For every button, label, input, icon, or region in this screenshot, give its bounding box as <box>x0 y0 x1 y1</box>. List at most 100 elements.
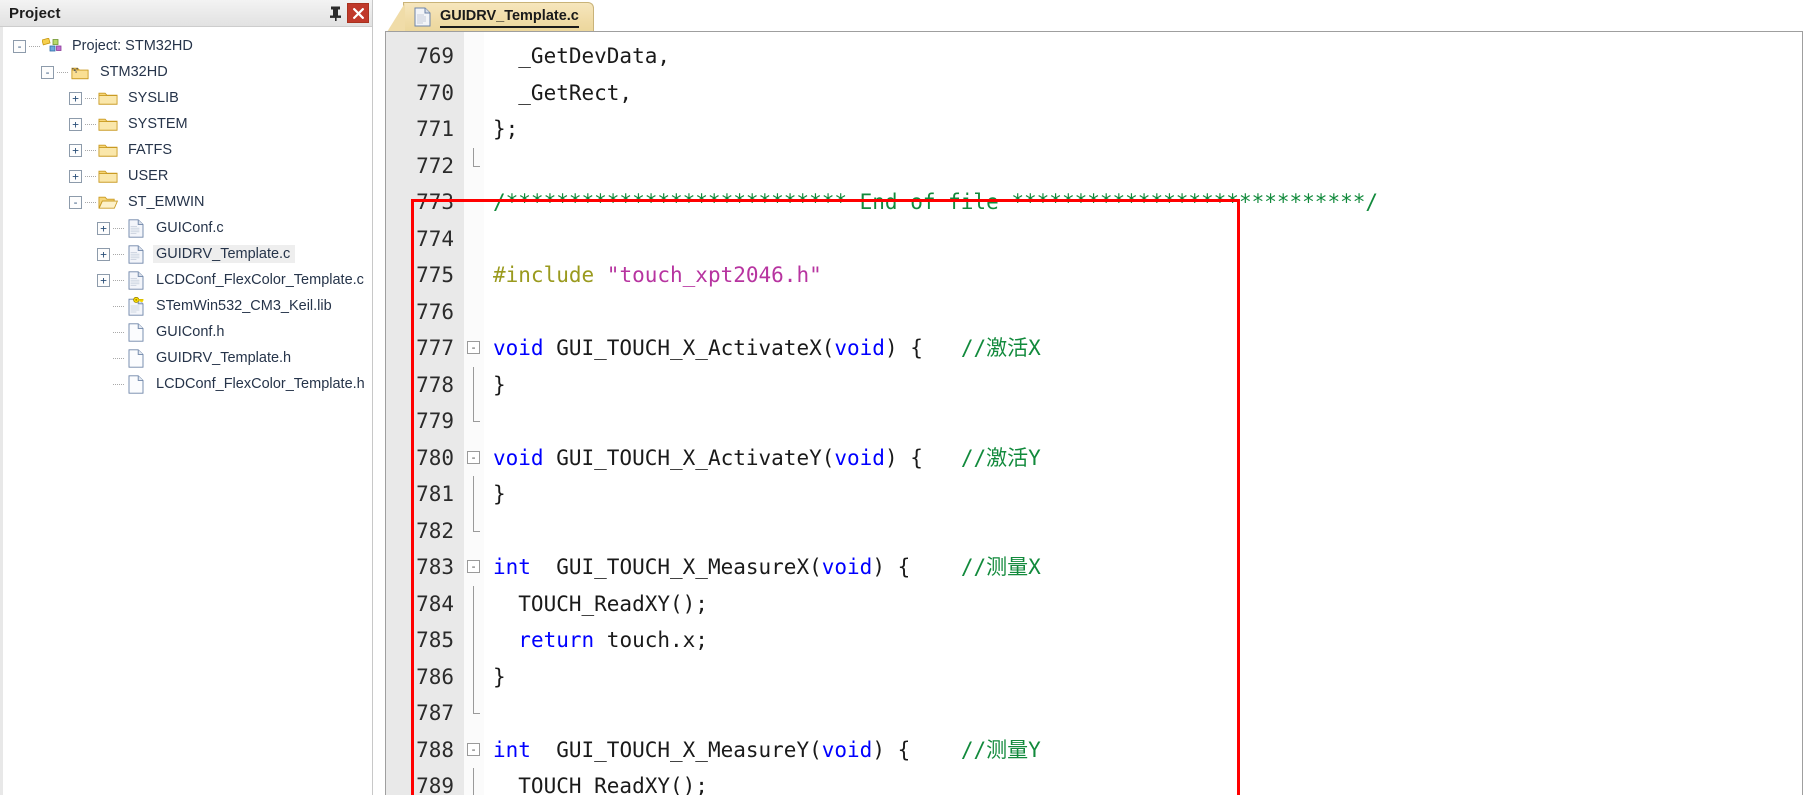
line-number: 786 <box>416 664 454 689</box>
line-number: 787 <box>416 701 454 725</box>
collapse-toggle-icon[interactable]: - <box>41 65 54 79</box>
line-number-gutter: 769 770 771 772 773 774 775 776 777 778 779 780 781 7… <box>386 32 464 795</box>
expand-toggle-icon[interactable]: + <box>97 273 110 287</box>
tree-item-guiconf-c[interactable]: + GUIConf.c <box>3 215 372 241</box>
h-file-icon <box>126 374 146 394</box>
tree-item-guidrv-template-h[interactable]: GUIDRV_Template.h <box>3 345 372 371</box>
tree-item-label: STM32HD <box>100 64 168 80</box>
code-line[interactable] <box>484 695 1802 732</box>
tree-item-syslib[interactable]: + SYSLIB <box>3 85 372 111</box>
code-line[interactable] <box>484 294 1802 331</box>
code-token-kw: void <box>834 336 885 360</box>
close-icon-glyph <box>352 7 364 19</box>
expand-toggle-icon[interactable]: + <box>97 247 110 261</box>
tree-item-guiconf-h[interactable]: GUIConf.h <box>3 319 372 345</box>
tree-item-project-stm32hd[interactable]: - Project: STM32HD <box>3 33 372 59</box>
tree-item-stm32hd[interactable]: - STM32HD <box>3 59 372 85</box>
project-panel-title: Project <box>9 4 61 22</box>
code-line[interactable]: TOUCH_ReadXY(); <box>484 768 1802 795</box>
folder-icon-glyph <box>98 170 118 183</box>
line-number: 773 <box>416 190 454 214</box>
code-token-str: "touch_xpt2046.h" <box>606 263 822 287</box>
code-line[interactable]: } <box>484 367 1802 404</box>
fold-region-end-icon <box>473 421 480 423</box>
code-text-area[interactable]: _GetDevData, _GetRect,}; /***************… <box>484 32 1802 795</box>
tree-connector-line <box>113 253 124 255</box>
code-line[interactable]: } <box>484 476 1802 513</box>
project-tree[interactable]: - Project: STM32HD - STM32HD + SYSLIB + SYSTEM +… <box>0 27 372 795</box>
expand-toggle-icon[interactable]: + <box>69 91 82 105</box>
line-number: 788 <box>416 737 454 762</box>
tree-item-label: SYSLIB <box>128 90 179 106</box>
h-file-icon-glyph <box>128 348 144 368</box>
code-token-kw: return <box>518 628 595 652</box>
code-line[interactable] <box>484 513 1802 550</box>
fold-collapse-icon[interactable]: - <box>467 341 480 354</box>
tree-item-stemwin532-cm3-keil-lib[interactable]: STemWin532_CM3_Keil.lib <box>3 293 372 319</box>
fold-collapse-icon[interactable]: - <box>467 450 480 464</box>
tree-item-user[interactable]: + USER <box>3 163 372 189</box>
tree-connector-line <box>113 305 124 307</box>
code-token-plain: ) { <box>872 555 961 579</box>
expand-toggle-icon[interactable]: + <box>69 143 82 157</box>
code-token-plain: GUI_TOUCH_X_MeasureX( <box>530 555 822 579</box>
tree-item-label: GUIConf.c <box>156 220 224 236</box>
tree-connector-line <box>29 45 40 47</box>
expand-toggle-icon[interactable]: + <box>97 221 110 235</box>
tree-item-lcdconf-flexcolor-template-c[interactable]: + LCDConf_FlexColor_Template.c <box>3 267 372 293</box>
code-line[interactable] <box>484 221 1802 258</box>
code-line[interactable]: }; <box>484 111 1802 148</box>
tree-item-fatfs[interactable]: + FATFS <box>3 137 372 163</box>
line-number: 784 <box>416 591 454 616</box>
fold-guide-line <box>473 585 474 622</box>
code-line[interactable]: void GUI_TOUCH_X_ActivateX(void) { //激活X <box>484 330 1802 367</box>
collapse-toggle-icon[interactable]: - <box>13 39 26 53</box>
collapse-toggle-icon[interactable]: - <box>69 195 82 209</box>
tree-item-guidrv-template-c[interactable]: + GUIDRV_Template.c <box>3 241 372 267</box>
close-icon[interactable] <box>347 3 369 23</box>
code-line[interactable] <box>484 148 1802 185</box>
tree-item-label: FATFS <box>128 142 173 158</box>
tree-item-system[interactable]: + SYSTEM <box>3 111 372 137</box>
fold-collapse-icon[interactable]: - <box>467 742 480 756</box>
code-line[interactable]: void GUI_TOUCH_X_ActivateY(void) { //激活Y <box>484 440 1802 477</box>
pin-icon[interactable] <box>325 3 345 23</box>
editor-pane: GUIDRV_Template.c 769 770 771 772 773 774 775 7… <box>373 0 1803 795</box>
code-line[interactable]: int GUI_TOUCH_X_MeasureY(void) { //测量Y <box>484 732 1802 769</box>
c-file-icon <box>126 218 146 238</box>
code-line[interactable]: } <box>484 659 1802 696</box>
tree-item-st-emwin[interactable]: - ST_EMWIN <box>3 189 372 215</box>
tree-item-lcdconf-flexcolor-template-h[interactable]: LCDConf_FlexColor_Template.h <box>3 371 372 397</box>
code-line[interactable]: _GetDevData, <box>484 38 1802 75</box>
code-token-plain: } <box>493 664 506 689</box>
code-line[interactable]: TOUCH_ReadXY(); <box>484 586 1802 623</box>
tree-item-label: ST_EMWIN <box>128 194 205 210</box>
keil-uvision-window: Project - Project: STM32HD - STM32HD + S… <box>0 0 1803 795</box>
fold-collapse-icon[interactable]: - <box>467 560 480 573</box>
code-line[interactable]: _GetRect, <box>484 75 1802 112</box>
code-line[interactable]: /*************************** End of file… <box>484 184 1802 221</box>
tree-connector-line <box>57 71 68 73</box>
tree-connector-line <box>85 175 96 177</box>
code-line[interactable]: return touch.x; <box>484 622 1802 659</box>
code-token-kw: void <box>493 336 544 360</box>
expand-toggle-icon[interactable]: + <box>69 117 82 131</box>
line-number: 776 <box>416 299 454 324</box>
folder-icon-glyph <box>98 144 118 157</box>
tree-connector-line <box>113 279 124 281</box>
code-token-plain: } <box>493 482 506 506</box>
code-lines: _GetDevData, _GetRect,}; /***************… <box>484 32 1802 795</box>
tab-guidrv-template-c[interactable]: GUIDRV_Template.c <box>387 2 594 32</box>
code-line[interactable]: #include "touch_xpt2046.h" <box>484 257 1802 294</box>
code-line[interactable]: int GUI_TOUCH_X_MeasureX(void) { //测量X <box>484 549 1802 586</box>
code-folding-strip[interactable]: - - - - <box>464 32 484 795</box>
folder-icon <box>98 90 118 107</box>
expand-toggle-icon[interactable]: + <box>69 169 82 183</box>
tree-connector-line <box>85 149 96 151</box>
code-line[interactable] <box>484 403 1802 440</box>
code-token-plain: }; <box>493 117 519 141</box>
code-token-cmt: //激活X <box>960 336 1041 360</box>
